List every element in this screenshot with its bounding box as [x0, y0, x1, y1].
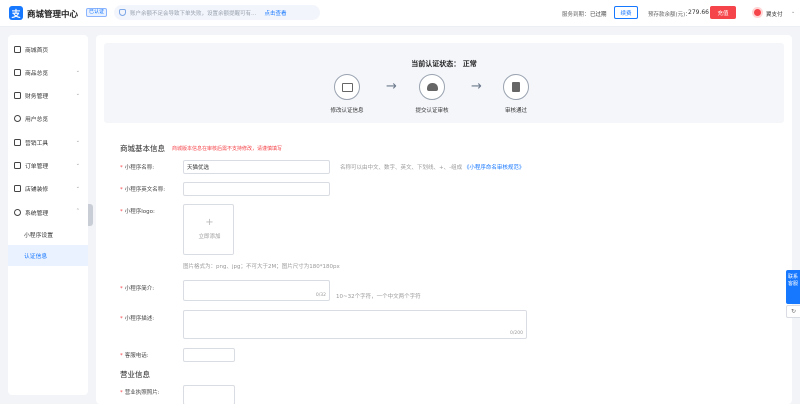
shopping-bag-icon: [14, 68, 21, 76]
name-hint: 名称可以由中文、数字、英文、下划线、+、-组成 《小程序命名审核规范》: [340, 165, 525, 171]
naming-rules-link[interactable]: 《小程序命名审核规范》: [464, 165, 525, 171]
field-label-desc: * 小程序描述:: [120, 316, 155, 322]
sidebar-item-label: 系统管理: [25, 210, 49, 217]
status-title: 当前认证状态： 正常: [411, 60, 477, 68]
miniapp-en-name-input[interactable]: [183, 182, 330, 196]
id-card-icon: [341, 82, 353, 92]
field-label-license: * 营业执照照片:: [120, 390, 160, 396]
top-header: 支 商城管理中心 已认证 账户余额不足会导致下单失败，设置余额提醒可有… 点击查…: [0, 0, 800, 27]
sidebar-item-decoration[interactable]: 店铺装修 ⌄: [8, 178, 88, 198]
sidebar-item-system[interactable]: 系统管理 ⌃: [8, 202, 88, 222]
sidebar-item-label: 用户总览: [25, 116, 49, 123]
refresh-icon[interactable]: ↻: [786, 305, 800, 318]
user-name[interactable]: 翼支付: [766, 10, 783, 18]
gear-icon: [14, 208, 21, 216]
sidebar-item-label: 商城首页: [25, 47, 49, 54]
contact-service-button[interactable]: 联系客服: [786, 270, 800, 304]
miniapp-name-input[interactable]: 天猫优选: [183, 160, 330, 174]
sidebar-item-marketing[interactable]: 营销工具 ⌄: [8, 132, 88, 152]
sidebar-item-finance[interactable]: 财务管理 ⌄: [8, 85, 88, 105]
sidebar: 商城首页 商品总览 ⌄ 财务管理 ⌄ 用户总览 营销工具 ⌄ 订单管理 ⌄ 店铺…: [8, 35, 88, 395]
chevron-down-icon: ⌄: [75, 91, 80, 97]
miniapp-description-textarea[interactable]: 0/200: [183, 310, 527, 339]
tools-icon: [14, 138, 21, 146]
chevron-down-icon: ⌄: [75, 184, 80, 190]
sidebar-item-label: 店铺装修: [25, 186, 49, 193]
service-phone-input[interactable]: [183, 348, 235, 362]
cart-icon: [14, 161, 21, 169]
sidebar-item-label: 认证信息: [24, 254, 48, 260]
sidebar-item-label: 商品总览: [25, 70, 49, 77]
notice-text: 账户余额不足会导致下单失败，设置余额提醒可有…: [130, 10, 257, 17]
user-icon: [14, 114, 21, 122]
section-warning-note: 商城版本信息在审核后需不支持修改，请谨慎填写: [172, 146, 283, 152]
sidebar-subitem-miniapp-settings[interactable]: 小程序设置: [8, 224, 88, 245]
step-label: 提交认证审核: [415, 108, 449, 114]
miniapp-intro-textarea[interactable]: 0/32: [183, 280, 330, 301]
step-label: 审核通过: [504, 108, 527, 114]
sidebar-item-users[interactable]: 用户总览: [8, 108, 88, 128]
home-icon: [14, 45, 21, 53]
section-title-basic: 商城基本信息: [120, 144, 165, 153]
license-upload[interactable]: [183, 385, 235, 404]
sidebar-item-label: 财务管理: [25, 93, 49, 100]
notice-bar[interactable]: 账户余额不足会导致下单失败，设置余额提醒可有… 点击查看: [114, 5, 320, 20]
desc-char-counter: 0/200: [510, 331, 523, 336]
sidebar-item-label: 营销工具: [25, 140, 49, 147]
chevron-down-icon: ⌄: [75, 138, 80, 144]
avatar[interactable]: [752, 7, 763, 18]
sidebar-item-orders[interactable]: 订单管理 ⌄: [8, 155, 88, 175]
upload-label: 立即添加: [198, 234, 221, 240]
brush-icon: [14, 184, 21, 192]
sidebar-item-home[interactable]: 商城首页: [8, 39, 88, 59]
field-label-en-name: * 小程序英文名称:: [120, 187, 166, 193]
chevron-down-icon[interactable]: ⌄: [791, 9, 795, 15]
clipboard-check-icon: [512, 82, 520, 92]
sidebar-subitem-certification[interactable]: 认证信息: [8, 245, 88, 266]
app-logo-icon: 支: [9, 6, 23, 20]
notice-link[interactable]: 点击查看: [265, 9, 287, 17]
cloud-upload-icon: [426, 83, 438, 91]
main-content: 当前认证状态： 正常 修改认证信息 → 提交认证审核 → 审核通过 商城基本信息…: [96, 35, 792, 404]
sidebar-collapse-handle[interactable]: [88, 204, 93, 226]
step-label: 修改认证信息: [330, 108, 364, 114]
intro-char-counter: 0/32: [315, 293, 326, 298]
verified-badge: 已认证: [86, 8, 108, 17]
section-title-business: 营业信息: [120, 370, 150, 379]
step-edit-info: [334, 74, 360, 100]
chevron-up-icon: ⌃: [75, 208, 80, 214]
sidebar-item-label: 小程序设置: [24, 233, 53, 239]
certification-status-panel: 当前认证状态： 正常 修改认证信息 → 提交认证审核 → 审核通过: [104, 43, 784, 123]
sidebar-item-products[interactable]: 商品总览 ⌄: [8, 62, 88, 82]
wallet-icon: [14, 91, 21, 99]
chevron-down-icon: ⌄: [75, 161, 80, 167]
sidebar-item-label: 订单管理: [25, 163, 49, 170]
logo-hint: 图片格式为：png、jpg；不可大于2M；图片尺寸为180*180px: [183, 264, 340, 270]
service-expiry-value: 已过期: [590, 12, 607, 18]
notice-bell-icon: [119, 9, 126, 16]
balance-value: 279.66: [688, 9, 709, 16]
renew-button[interactable]: 续费: [614, 6, 638, 19]
logo-upload[interactable]: + 立即添加: [183, 204, 234, 255]
field-label-logo: * 小程序logo:: [120, 209, 155, 215]
field-label-intro: * 小程序简介:: [120, 286, 155, 292]
chevron-down-icon: ⌄: [75, 68, 80, 74]
app-title: 商城管理中心: [27, 10, 79, 20]
step-approved: [503, 74, 529, 100]
field-label-name: * 小程序名称:: [120, 165, 155, 171]
plus-icon: +: [205, 217, 214, 228]
arrow-right-icon: →: [386, 79, 397, 94]
intro-hint: 10~32个字符，一个中文两个字符: [336, 294, 421, 300]
field-label-phone: * 客服电话:: [120, 353, 149, 359]
service-expiry-label: 服务到期：: [562, 12, 590, 18]
step-submit-review: [419, 74, 445, 100]
arrow-right-icon: →: [471, 79, 482, 94]
recharge-button[interactable]: 充值: [710, 6, 736, 19]
balance-label: 预存款余额(元)：: [648, 12, 691, 18]
